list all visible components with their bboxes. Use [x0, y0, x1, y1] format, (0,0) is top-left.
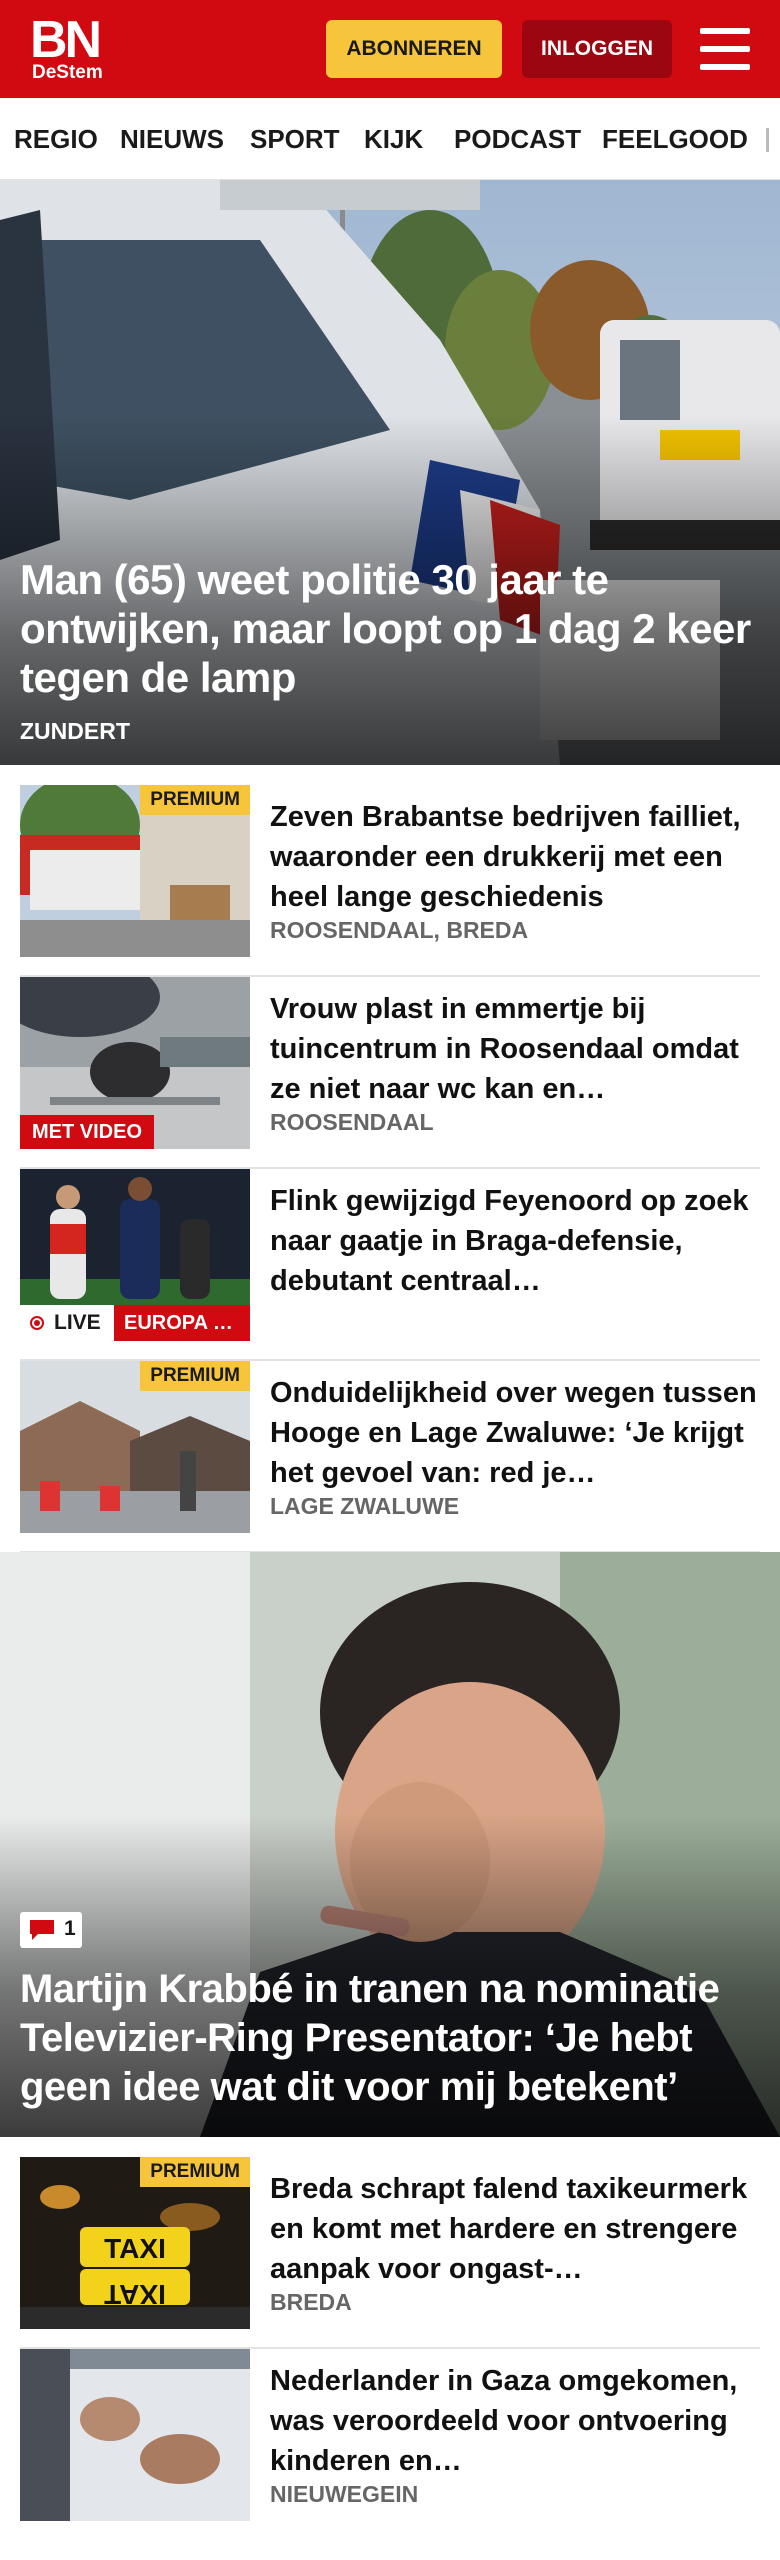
live-badge: LIVE	[20, 1305, 114, 1341]
article-thumbnail	[20, 2349, 250, 2521]
nav-overflow-indicator	[766, 128, 769, 152]
comment-count: 1	[64, 1917, 76, 1940]
hero-title[interactable]: Man (65) weet politie 30 jaar te ontwijk…	[20, 555, 760, 702]
nav-item-nieuws[interactable]: NIEUWS	[120, 124, 224, 154]
list-item[interactable]: PREMIUM Onduidelijkheid over wegen tusse…	[20, 1361, 760, 1553]
article-title[interactable]: Flink gewijzigd Feyenoord op zoek naar g…	[270, 1181, 760, 1301]
site-logo[interactable]: BN DeStem	[30, 14, 110, 86]
nav-item-podcast[interactable]: PODCAST	[454, 124, 581, 154]
live-dot-icon	[30, 1316, 44, 1330]
live-label: LIVE	[54, 1311, 101, 1334]
list-item[interactable]: Nederlander in Gaza omgekomen, was veroo…	[20, 2349, 760, 2541]
article-thumbnail: PREMIUM	[20, 1361, 250, 1533]
article-thumbnail: TAXI TAXI PREMIUM	[20, 2157, 250, 2329]
hero-location: ZUNDERT	[20, 718, 130, 744]
taxi-sign-reflection: TAXI	[104, 2279, 166, 2310]
nav-item-kijk[interactable]: KIJK	[364, 124, 423, 154]
article-title[interactable]: Breda schrapt falend taxikeur­merk en ko…	[270, 2169, 760, 2289]
logo-main-text: BN	[30, 11, 102, 69]
article-title[interactable]: Nederlander in Gaza omgekomen, was veroo…	[270, 2361, 760, 2481]
article-location: BREDA	[270, 2289, 352, 2315]
list-item[interactable]: LIVE EUROPA … Flink gewijzigd Feyenoord …	[20, 1169, 760, 1361]
article-location: ROOSENDAAL, BREDA	[270, 917, 529, 943]
premium-badge: PREMIUM	[140, 1361, 250, 1391]
list-item[interactable]: TAXI TAXI PREMIUM Breda schrapt falend t…	[20, 2157, 760, 2349]
article-thumbnail: MET VIDEO	[20, 977, 250, 1149]
video-badge: MET VIDEO	[20, 1115, 155, 1149]
login-button[interactable]: INLOGGEN	[522, 20, 672, 78]
list-item[interactable]: PREMIUM Zeven Brabantse bedrijven failli…	[20, 785, 760, 977]
top-bar: BN DeStem ABONNEREN INLOGGEN	[0, 0, 780, 98]
article-location: LAGE ZWALUWE	[270, 1493, 460, 1519]
premium-badge: PREMIUM	[140, 785, 250, 815]
article-title[interactable]: Vrouw plast in emmertje bij tuincentrum …	[270, 989, 760, 1109]
premium-badge: PREMIUM	[140, 2157, 250, 2187]
article-thumbnail: PREMIUM	[20, 785, 250, 957]
feature-title[interactable]: Martijn Krabbé in tranen na nominatie Te…	[20, 1965, 770, 2112]
article-thumbnail: LIVE EUROPA …	[20, 1169, 250, 1341]
nav-item-sport[interactable]: SPORT	[250, 124, 340, 154]
category-badge: EUROPA …	[114, 1305, 250, 1341]
comment-icon	[30, 1920, 54, 1940]
subscribe-button[interactable]: ABONNEREN	[326, 20, 502, 78]
hero-article[interactable]: Man (65) weet politie 30 jaar te ontwijk…	[0, 180, 780, 765]
list-item[interactable]: MET VIDEO Vrouw plast in emmertje bij tu…	[20, 977, 760, 1169]
nav-item-regio[interactable]: REGIO	[14, 124, 98, 154]
article-location: NIEUWEGEIN	[270, 2481, 419, 2507]
article-location: ROOSENDAAL	[270, 1109, 434, 1135]
logo-sub-text: DeStem	[32, 62, 103, 83]
section-nav: REGIO NIEUWS SPORT KIJK PODCAST FEELGOOD	[0, 98, 780, 180]
feature-article[interactable]: 1 Martijn Krabbé in tranen na nominatie …	[0, 1552, 780, 2137]
taxi-sign-text: TAXI	[104, 2233, 166, 2264]
article-title[interactable]: Zeven Brabantse bedrijven failliet, waar…	[270, 797, 760, 917]
hamburger-menu-icon[interactable]	[700, 26, 752, 72]
comment-count-badge[interactable]: 1	[20, 1912, 82, 1948]
nav-item-feelgood[interactable]: FEELGOOD	[602, 124, 748, 154]
article-title[interactable]: Onduidelijkheid over wegen tussen Hooge …	[270, 1373, 760, 1493]
